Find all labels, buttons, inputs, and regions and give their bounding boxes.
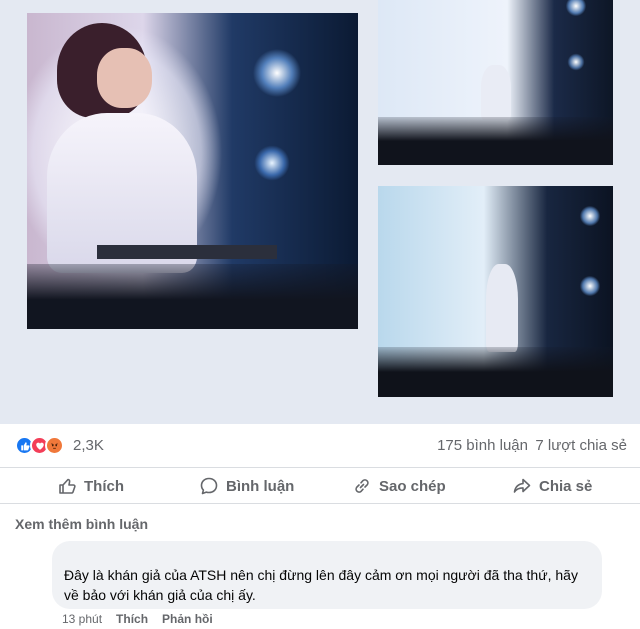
reaction-icons[interactable] <box>15 436 64 456</box>
comment-count[interactable]: 175 bình luận <box>437 437 528 454</box>
link-icon <box>355 479 369 493</box>
concert-photo-stage-top[interactable] <box>378 0 613 165</box>
comment-bubble: Đây là khán giả của ATSH nên chị đừng lê… <box>52 541 602 609</box>
concert-photo-closeup[interactable] <box>27 13 358 329</box>
comment-bubble-icon <box>200 477 218 495</box>
comment-time: 13 phút <box>62 612 103 626</box>
reactions-bar: 2,3K 175 bình luận 7 lượt chia sẻ <box>0 424 640 468</box>
like-button-label: Thích <box>84 477 124 495</box>
comment-button-label: Bình luận <box>226 477 295 495</box>
comment-meta: 13 phút Thích Phản hồi <box>62 612 213 626</box>
angry-icon <box>45 436 64 455</box>
thumbs-up-icon <box>59 478 76 494</box>
comment-text: Đây là khán giả của ATSH nên chị đừng lê… <box>64 567 578 603</box>
copy-button[interactable]: Sao chép <box>352 476 446 496</box>
share-button-label: Chia sẻ <box>539 477 593 495</box>
like-button[interactable]: Thích <box>57 476 124 496</box>
share-button[interactable]: Chia sẻ <box>512 476 592 496</box>
view-more-comments-link[interactable]: Xem thêm bình luận <box>15 516 148 532</box>
comment-like-link[interactable]: Thích <box>116 612 148 626</box>
photo-collage <box>0 0 640 424</box>
concert-photo-stage-bottom[interactable] <box>378 186 613 397</box>
share-arrow-icon <box>513 478 531 493</box>
copy-button-label: Sao chép <box>379 477 446 495</box>
comment-button[interactable]: Bình luận <box>199 476 294 496</box>
comment-reply-link[interactable]: Phản hồi <box>162 612 213 626</box>
share-count[interactable]: 7 lượt chia sẻ <box>535 437 627 454</box>
reaction-count[interactable]: 2,3K <box>73 437 104 454</box>
action-bar: Thích Bình luận Sao chép Chia sẻ <box>0 468 640 504</box>
